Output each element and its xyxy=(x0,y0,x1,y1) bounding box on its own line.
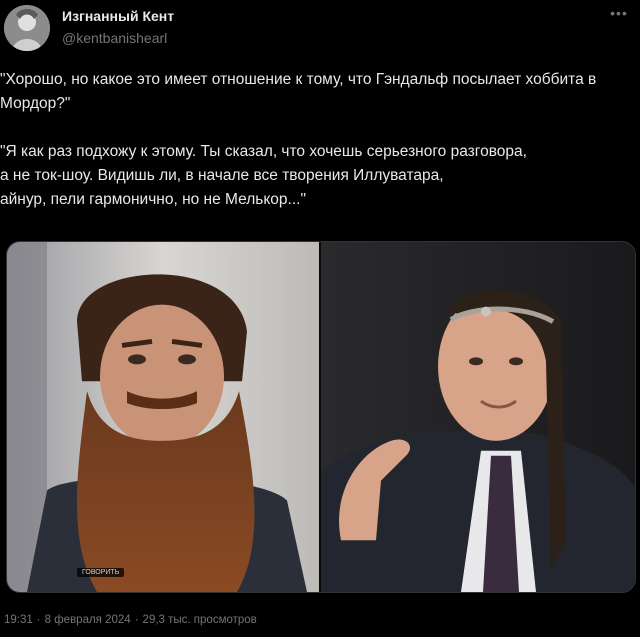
tweet-date[interactable]: 8 февраля 2024 xyxy=(45,614,131,626)
media-right-panel xyxy=(321,242,635,592)
tweet-time[interactable]: 19:31 xyxy=(4,614,33,626)
tweet-text: "Хорошо, но какое это имеет отношение к … xyxy=(0,68,636,212)
bearded-man-image xyxy=(7,242,319,592)
elf-crowned-man-image xyxy=(321,242,635,592)
tweet-paragraph-2: "Я как раз подхожу к этому. Ты сказал, ч… xyxy=(0,143,527,208)
avatar-portrait-icon xyxy=(4,5,50,51)
tweet-media-image[interactable]: ГОВОРИТЬ xyxy=(6,241,636,593)
media-caption-badge: ГОВОРИТЬ xyxy=(77,568,125,577)
meta-separator: · xyxy=(134,614,139,626)
author-avatar[interactable] xyxy=(4,5,50,51)
more-options-icon[interactable]: ••• xyxy=(608,4,630,22)
meta-separator: · xyxy=(36,614,41,626)
tweet: Изгнанный Кент @kentbanishearl ••• "Хоро… xyxy=(0,0,640,637)
media-left-panel xyxy=(7,242,319,592)
tweet-paragraph-1: "Хорошо, но какое это имеет отношение к … xyxy=(0,71,601,112)
tweet-views: 29,3 тыс. просмотров xyxy=(142,614,257,626)
author-display-name[interactable]: Изгнанный Кент xyxy=(62,8,174,24)
tweet-meta: 19:31 · 8 февраля 2024 · 29,3 тыс. просмотро… xyxy=(4,614,257,626)
author-handle[interactable]: @kentbanishearl xyxy=(62,30,167,46)
